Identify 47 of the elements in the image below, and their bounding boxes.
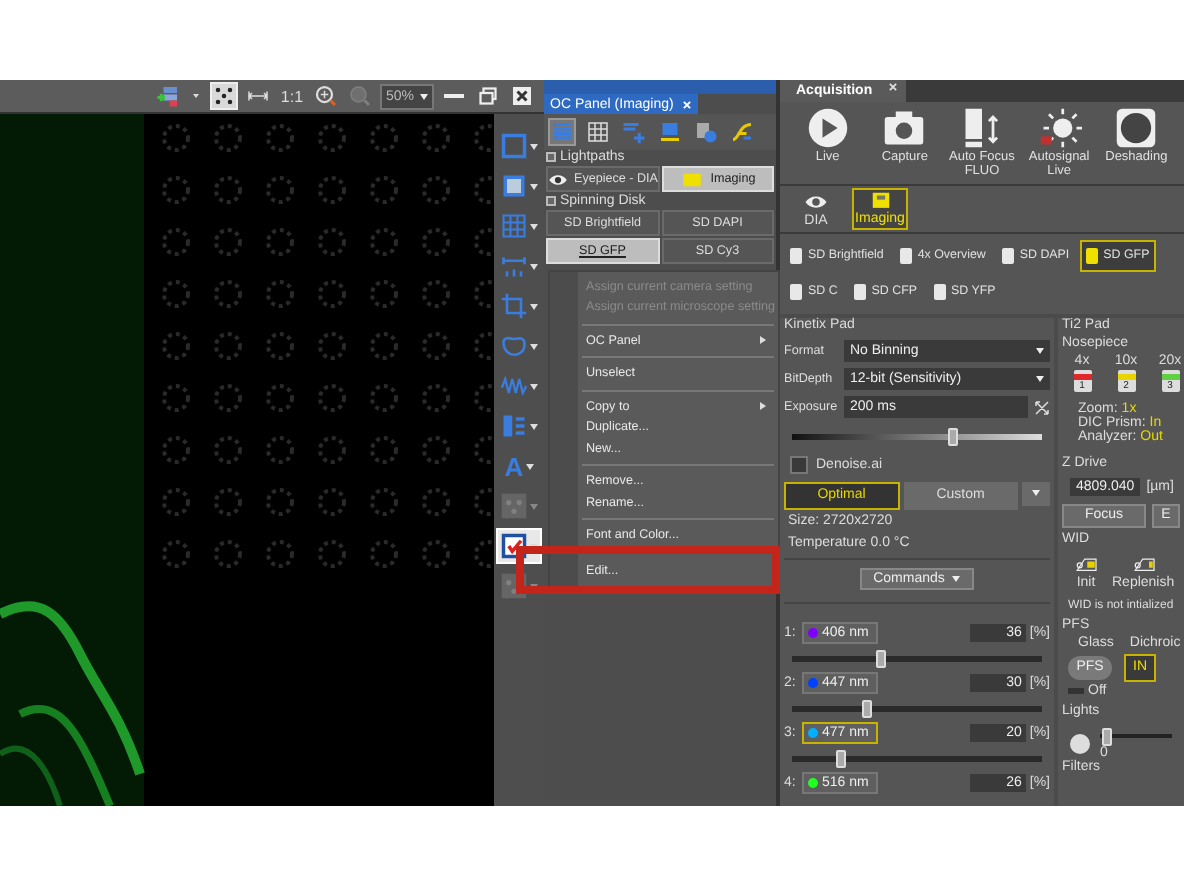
dots-icon <box>500 572 528 600</box>
camera-icon <box>869 190 891 213</box>
minimize-icon <box>444 94 464 98</box>
path-icon <box>730 120 754 144</box>
zoom-in-icon <box>313 84 338 108</box>
grid-icon <box>500 212 528 240</box>
filled-square-icon <box>500 172 528 200</box>
add-row-icon <box>622 120 646 144</box>
monitor-icon <box>658 120 682 144</box>
wave-icon <box>500 372 528 400</box>
dots-icon <box>500 492 528 520</box>
eye-icon <box>548 169 568 189</box>
bracket-icon <box>500 412 528 440</box>
grid-view-icon <box>586 120 610 144</box>
lamp-button[interactable] <box>1070 733 1090 754</box>
light-slider[interactable] <box>1100 727 1172 746</box>
expand-icon[interactable] <box>1034 399 1050 416</box>
blob-icon <box>500 332 528 360</box>
fit-button[interactable] <box>209 82 238 110</box>
ruler-icon <box>500 252 528 280</box>
collapse-toggle[interactable] <box>546 152 556 162</box>
restore-button[interactable] <box>474 82 502 110</box>
zoom-in-button[interactable] <box>311 82 340 110</box>
fit-icon <box>211 84 236 108</box>
camera-icon <box>680 169 705 189</box>
close-icon[interactable] <box>888 82 899 92</box>
layers-icon <box>155 84 180 108</box>
power-slider[interactable] <box>792 649 1042 668</box>
duplicate-button[interactable] <box>692 118 720 146</box>
dropdown-button[interactable] <box>1022 481 1050 506</box>
square-icon <box>500 132 528 160</box>
monitor-button[interactable] <box>656 118 684 146</box>
grid-view-button[interactable] <box>584 118 612 146</box>
duplicate-icon <box>694 120 718 144</box>
sun-icon <box>1037 106 1082 150</box>
zoom-out-icon <box>347 84 372 108</box>
path-button[interactable] <box>728 118 756 146</box>
list-icon <box>550 120 574 144</box>
close-button[interactable] <box>508 82 536 110</box>
power-slider[interactable] <box>792 749 1042 768</box>
power-slider[interactable] <box>792 699 1042 718</box>
exposure-slider[interactable] <box>792 427 1042 446</box>
crop-icon <box>500 292 528 320</box>
actual-size-button[interactable]: 1:1 <box>277 82 306 110</box>
collapse-toggle[interactable] <box>546 196 556 206</box>
layers-button[interactable] <box>153 82 182 110</box>
checkbox[interactable] <box>790 456 808 475</box>
